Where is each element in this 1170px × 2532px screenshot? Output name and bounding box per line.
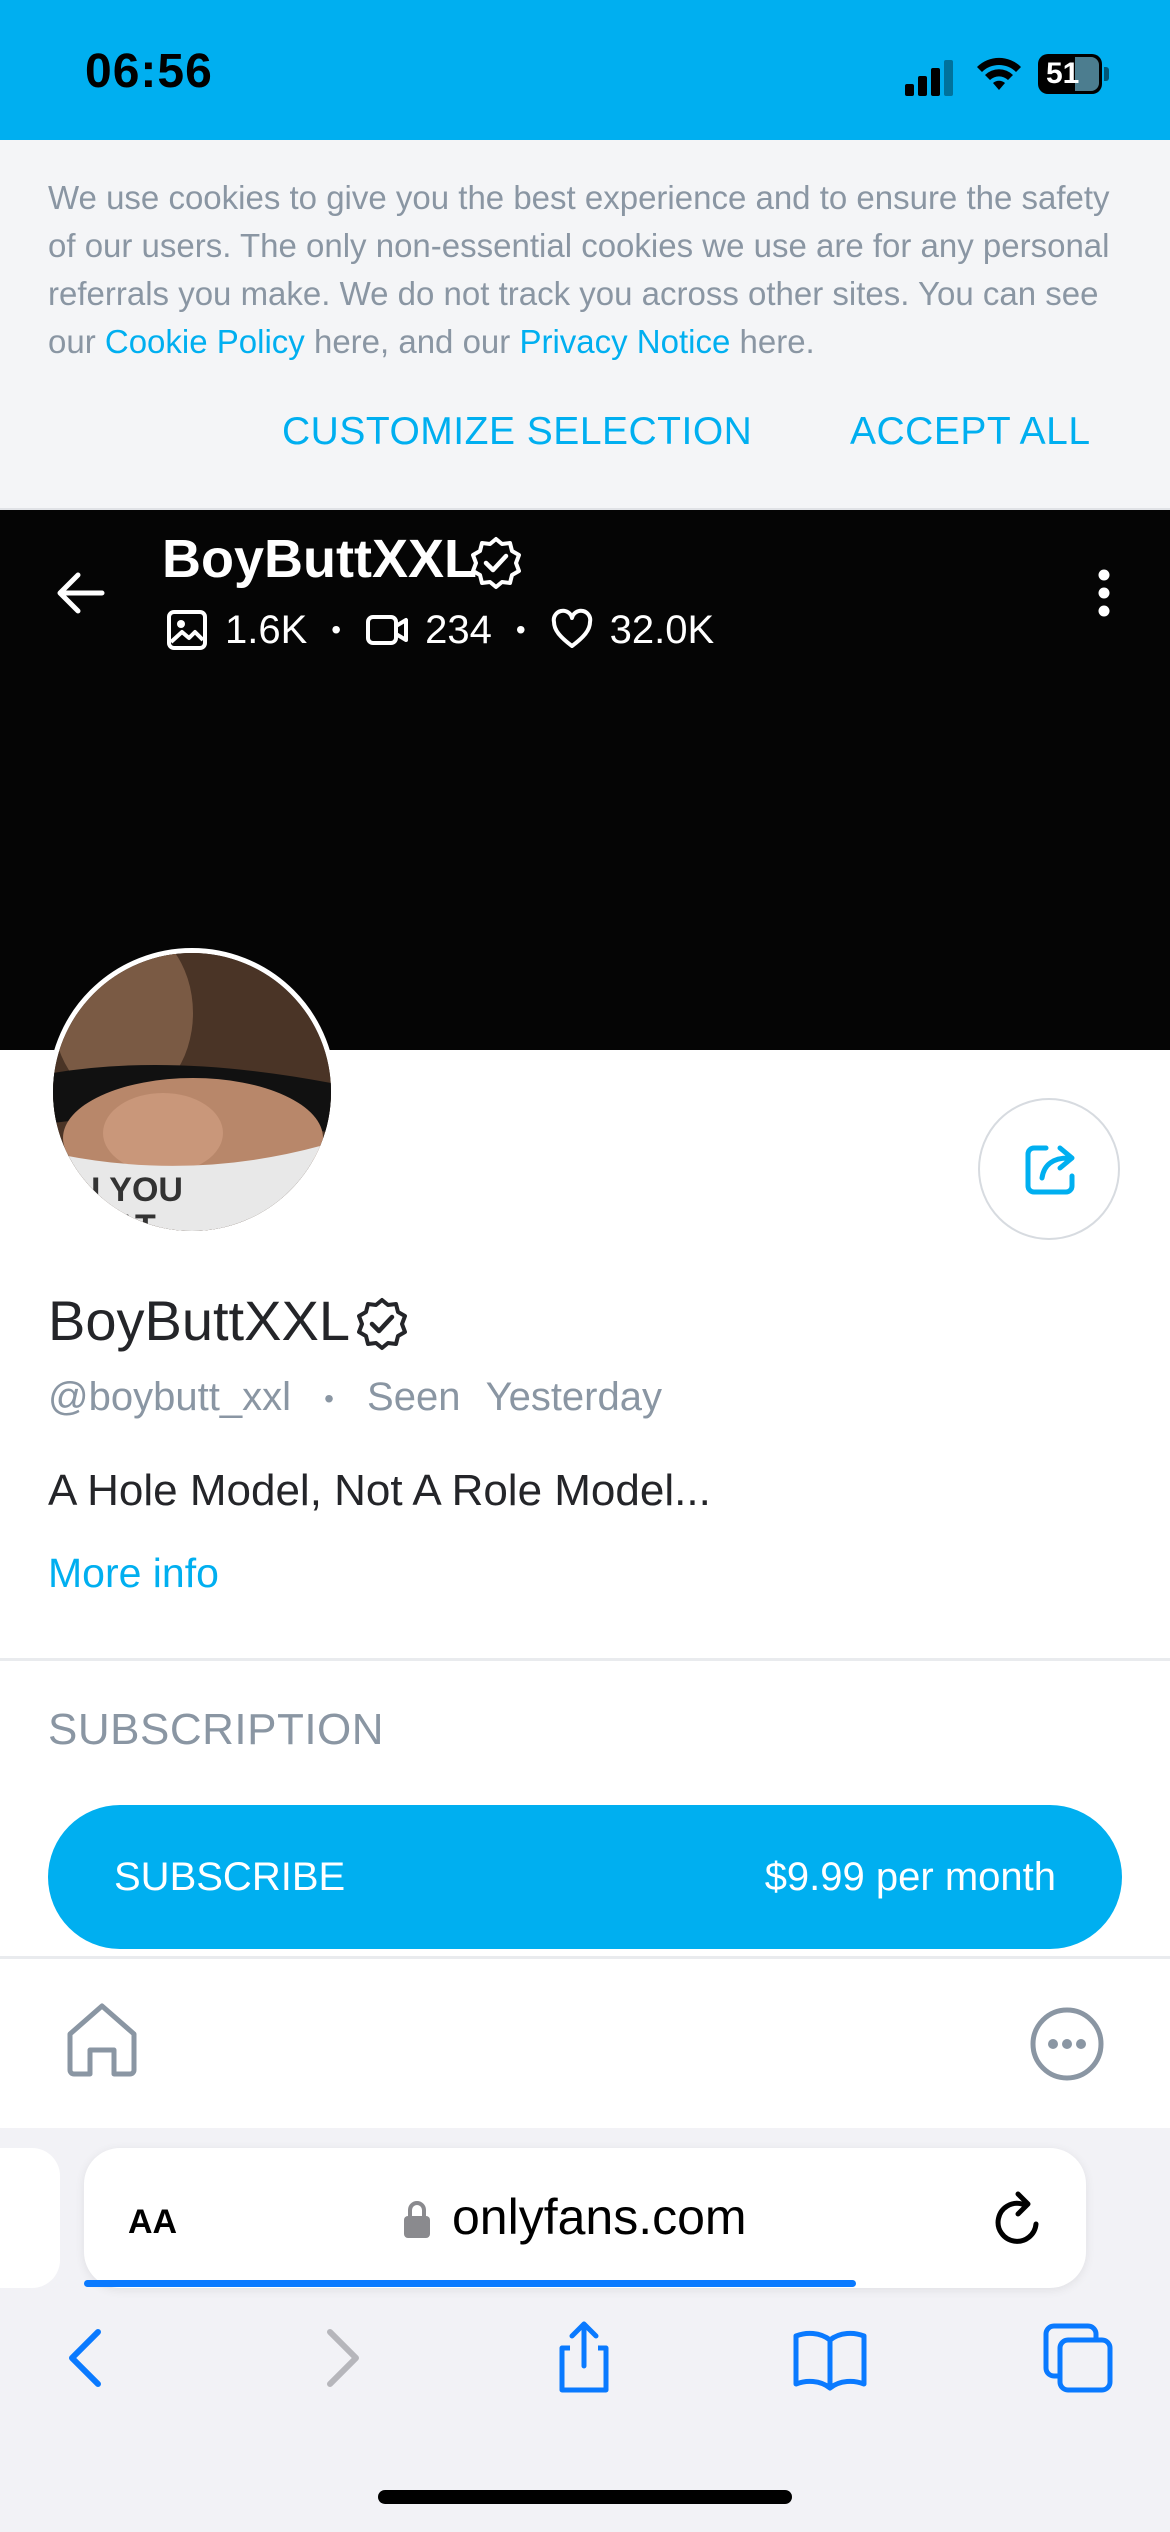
previous-tab-preview[interactable] xyxy=(0,2148,60,2288)
text-size-button[interactable]: AA xyxy=(128,2190,177,2244)
text-size-label: AA xyxy=(128,2203,178,2241)
status-time: 06:56 xyxy=(85,45,213,98)
cookie-notice-text: We use cookies to give you the best expe… xyxy=(48,174,1128,366)
cookie-text-part: here. xyxy=(730,323,815,360)
customize-selection-button[interactable]: CUSTOMIZE SELECTION xyxy=(282,410,752,454)
subscription-price: $9.99 per month xyxy=(764,1854,1056,1899)
more-menu-icon[interactable] xyxy=(1028,2005,1106,2083)
accept-all-button[interactable]: ACCEPT ALL xyxy=(850,410,1091,454)
profile-name: BoyButtXXL xyxy=(48,1289,350,1352)
divider xyxy=(0,1658,1170,1661)
stat-separator: • xyxy=(515,614,526,645)
image-icon xyxy=(167,610,207,650)
page-load-progress xyxy=(84,2280,856,2287)
share-button[interactable] xyxy=(978,1098,1120,1240)
avatar-shirt-text-2: AT xyxy=(113,1208,156,1231)
home-indicator xyxy=(378,2490,792,2504)
cellular-signal-icon xyxy=(905,60,953,96)
more-info-link[interactable]: More info xyxy=(48,1550,219,1597)
battery-level: 51 xyxy=(1046,57,1080,90)
avatar-image: I YOU AT xyxy=(53,953,331,1231)
wifi-icon xyxy=(977,57,1021,90)
forward-icon[interactable] xyxy=(300,2318,380,2398)
lock-icon xyxy=(404,2201,430,2238)
subscribe-button[interactable]: SUBSCRIBE $9.99 per month xyxy=(48,1805,1122,1949)
bottom-nav xyxy=(0,1956,1170,2131)
avatar[interactable]: I YOU AT xyxy=(48,948,336,1236)
profile-bio: A Hole Model, Not A Role Model... xyxy=(48,1466,711,1515)
subscribe-label: SUBSCRIBE xyxy=(114,1854,346,1899)
video-icon xyxy=(366,615,409,645)
videos-count: 234 xyxy=(425,607,492,652)
handle-separator: • xyxy=(324,1383,334,1415)
verified-badge-icon xyxy=(471,537,521,589)
last-seen-value: Yesterday xyxy=(485,1375,662,1419)
tabs-icon[interactable] xyxy=(1038,2318,1118,2398)
photos-count: 1.6K xyxy=(225,607,308,652)
subscription-heading: SUBSCRIPTION xyxy=(48,1705,385,1754)
cookie-text-part: here, and our xyxy=(304,323,520,360)
back-icon[interactable] xyxy=(48,2318,128,2398)
bookmarks-icon[interactable] xyxy=(790,2318,870,2398)
url-text[interactable]: onlyfans.com xyxy=(452,2188,747,2246)
header-profile-name: BoyButtXXL xyxy=(162,529,477,589)
avatar-shirt-text: I YOU xyxy=(91,1171,183,1209)
verified-badge-icon xyxy=(357,1298,407,1350)
heart-icon xyxy=(551,608,592,648)
battery-icon: 51 xyxy=(1038,54,1110,94)
back-arrow-icon[interactable] xyxy=(52,565,108,621)
cookie-policy-link[interactable]: Cookie Policy xyxy=(105,323,305,360)
reload-icon[interactable] xyxy=(990,2190,1046,2250)
stat-separator: • xyxy=(331,614,342,645)
profile-stats: 1.6K • 234 • 32.0K xyxy=(165,600,714,660)
last-seen-label: Seen xyxy=(367,1375,461,1419)
likes-count: 32.0K xyxy=(609,607,715,652)
profile-handle: @boybutt_xxl xyxy=(48,1375,291,1419)
privacy-notice-link[interactable]: Privacy Notice xyxy=(519,323,730,360)
share-sheet-icon[interactable] xyxy=(544,2318,624,2398)
home-icon[interactable] xyxy=(60,1998,144,2082)
share-icon xyxy=(1025,1145,1075,1195)
profile-handle-line: @boybutt_xxl • Seen Yesterday xyxy=(48,1375,662,1420)
more-options-icon[interactable] xyxy=(1090,565,1118,621)
